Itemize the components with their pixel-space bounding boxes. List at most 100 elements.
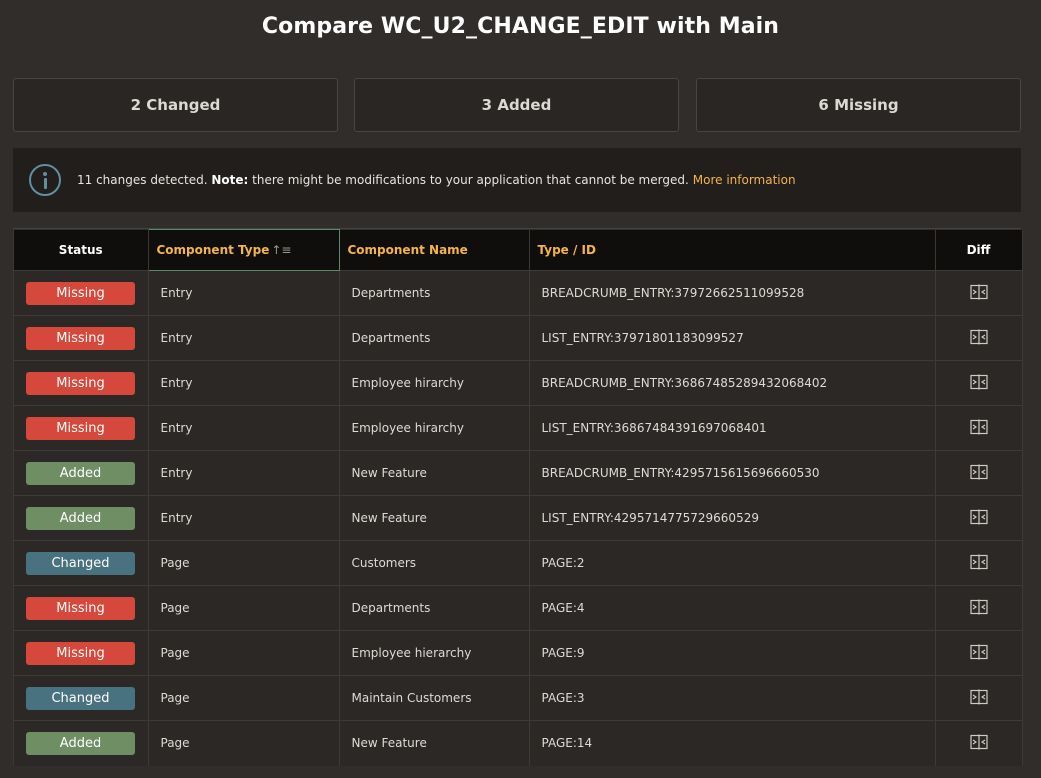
diff-cell — [935, 495, 1023, 541]
component-type-cell: Page — [148, 540, 340, 586]
status-cell: Changed — [14, 675, 149, 721]
component-name-cell: Employee hierarchy — [339, 630, 530, 676]
type-id-cell: PAGE:4 — [529, 585, 936, 631]
type-id-cell: LIST_ENTRY:36867484391697068401 — [529, 405, 936, 451]
status-cell: Changed — [14, 540, 149, 586]
compare-diff-icon[interactable] — [969, 284, 988, 300]
type-id-cell: BREADCRUMB_ENTRY:4295715615696660530 — [529, 450, 936, 496]
status-cell: Missing — [14, 405, 149, 451]
type-id-cell: PAGE:14 — [529, 720, 936, 766]
component-type-cell: Page — [148, 585, 340, 631]
diff-cell — [935, 450, 1023, 496]
type-id-cell: PAGE:9 — [529, 630, 936, 676]
component-name-cell: Departments — [339, 585, 530, 631]
status-cell: Missing — [14, 585, 149, 631]
diff-cell — [935, 630, 1023, 676]
changed-summary-tile[interactable]: 2 Changed — [13, 78, 338, 132]
table-header-row: Status Component Type ↑≡ Component Name T… — [14, 229, 1023, 271]
more-information-link[interactable]: More information — [693, 173, 796, 187]
alert-note-label: Note: — [211, 173, 249, 187]
component-type-cell: Entry — [148, 360, 340, 406]
component-type-cell: Page — [148, 675, 340, 721]
info-alert: 11 changes detected. Note: there might b… — [13, 148, 1021, 212]
table-row[interactable]: Changed Page Maintain Customers PAGE:3 — [14, 675, 1023, 721]
status-badge: Added — [26, 461, 135, 485]
component-name-cell: Employee hirarchy — [339, 405, 530, 451]
status-badge: Added — [26, 731, 135, 755]
table-row[interactable]: Added Entry New Feature LIST_ENTRY:42957147… — [14, 495, 1023, 541]
component-name-column-header[interactable]: Component Name — [339, 229, 530, 271]
table-row[interactable]: Missing Page Departments PAGE:4 — [14, 585, 1023, 631]
table-row[interactable]: Changed Page Customers PAGE:2 — [14, 540, 1023, 586]
status-badge: Missing — [26, 326, 135, 350]
component-name-cell: New Feature — [339, 495, 530, 541]
type-id-cell: PAGE:2 — [529, 540, 936, 586]
component-type-cell: Entry — [148, 495, 340, 541]
status-cell: Missing — [14, 630, 149, 676]
type-id-cell: PAGE:3 — [529, 675, 936, 721]
diff-cell — [935, 405, 1023, 451]
component-name-cell: New Feature — [339, 720, 530, 766]
compare-diff-icon[interactable] — [969, 464, 988, 480]
type-id-column-header[interactable]: Type / ID — [529, 229, 936, 271]
component-type-cell: Entry — [148, 315, 340, 361]
alert-count-text: 11 changes detected. — [77, 173, 208, 187]
type-id-cell: LIST_ENTRY:4295714775729660529 — [529, 495, 936, 541]
component-name-cell: Customers — [339, 540, 530, 586]
diff-cell — [935, 540, 1023, 586]
component-type-cell: Entry — [148, 270, 340, 316]
type-id-cell: BREADCRUMB_ENTRY:36867485289432068402 — [529, 360, 936, 406]
status-badge: Missing — [26, 641, 135, 665]
status-cell: Missing — [14, 360, 149, 406]
info-icon — [29, 164, 61, 196]
compare-diff-icon[interactable] — [969, 329, 988, 345]
comparison-table: Status Component Type ↑≡ Component Name T… — [14, 229, 1023, 766]
table-row[interactable]: Missing Entry Departments LIST_ENTRY:379718… — [14, 315, 1023, 361]
status-cell: Missing — [14, 270, 149, 316]
added-summary-tile[interactable]: 3 Added — [354, 78, 679, 132]
sort-ascending-icon: ↑≡ — [271, 243, 292, 257]
missing-summary-tile[interactable]: 6 Missing — [696, 78, 1021, 132]
diff-column-header[interactable]: Diff — [935, 229, 1023, 271]
compare-diff-icon[interactable] — [969, 644, 988, 660]
type-id-cell: BREADCRUMB_ENTRY:37972662511099528 — [529, 270, 936, 316]
table-body: Missing Entry Departments BREADCRUMB_ENTRY:… — [14, 270, 1023, 766]
comparison-grid: Status Component Type ↑≡ Component Name T… — [13, 228, 1023, 766]
component-type-cell: Page — [148, 630, 340, 676]
table-row[interactable]: Missing Entry Departments BREADCRUMB_ENTRY:… — [14, 270, 1023, 316]
compare-diff-icon[interactable] — [969, 554, 988, 570]
diff-cell — [935, 315, 1023, 361]
compare-diff-icon[interactable] — [969, 509, 988, 525]
compare-diff-icon[interactable] — [969, 374, 988, 390]
component-name-cell: Departments — [339, 315, 530, 361]
diff-cell — [935, 360, 1023, 406]
summary-tiles: 2 Changed 3 Added 6 Missing — [13, 78, 1021, 132]
diff-cell — [935, 675, 1023, 721]
table-row[interactable]: Missing Page Employee hierarchy PAGE:9 — [14, 630, 1023, 676]
component-type-cell: Page — [148, 720, 340, 766]
component-type-cell: Entry — [148, 405, 340, 451]
status-badge: Missing — [26, 371, 135, 395]
table-row[interactable]: Missing Entry Employee hirarchy BREADCRUMB_… — [14, 360, 1023, 406]
table-row[interactable]: Added Entry New Feature BREADCRUMB_ENTRY:42… — [14, 450, 1023, 496]
status-badge: Missing — [26, 416, 135, 440]
compare-diff-icon[interactable] — [969, 419, 988, 435]
table-row[interactable]: Added Page New Feature PAGE:14 — [14, 720, 1023, 766]
status-cell: Added — [14, 495, 149, 541]
status-cell: Missing — [14, 315, 149, 361]
status-badge: Missing — [26, 596, 135, 620]
component-name-cell: Departments — [339, 270, 530, 316]
diff-cell — [935, 720, 1023, 766]
type-id-cell: LIST_ENTRY:37971801183099527 — [529, 315, 936, 361]
compare-diff-icon[interactable] — [969, 599, 988, 615]
table-row[interactable]: Missing Entry Employee hirarchy LIST_ENTRY:… — [14, 405, 1023, 451]
component-type-column-header[interactable]: Component Type ↑≡ — [147, 229, 340, 271]
component-name-cell: Maintain Customers — [339, 675, 530, 721]
status-badge: Missing — [26, 281, 135, 305]
component-name-cell: New Feature — [339, 450, 530, 496]
status-badge: Changed — [26, 686, 135, 710]
compare-diff-icon[interactable] — [969, 689, 988, 705]
compare-diff-icon[interactable] — [969, 734, 988, 750]
component-type-cell: Entry — [148, 450, 340, 496]
status-column-header[interactable]: Status — [14, 229, 149, 271]
